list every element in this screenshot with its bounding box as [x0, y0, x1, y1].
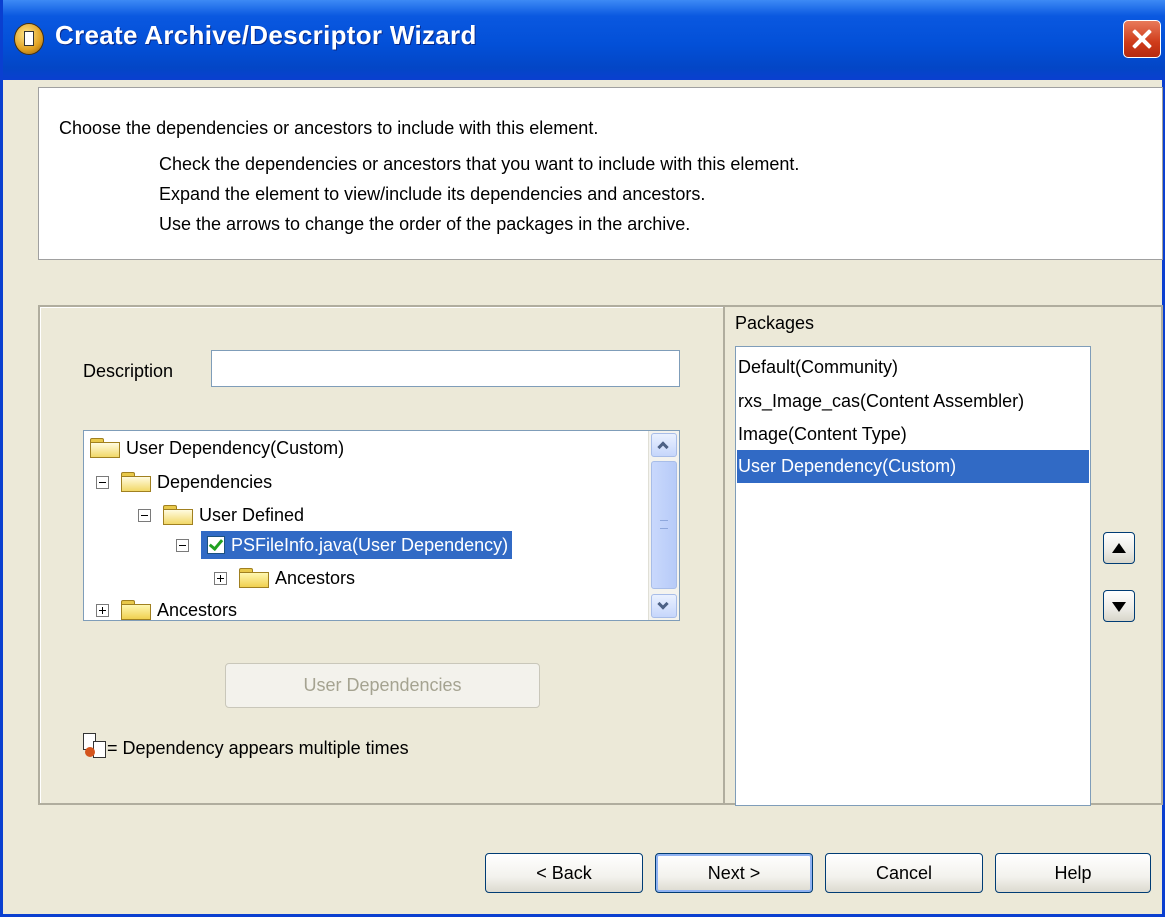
tree-item-label: Dependencies — [157, 471, 273, 492]
collapse-icon[interactable] — [96, 475, 109, 489]
tree-item-label: Ancestors — [157, 599, 238, 620]
folder-icon — [121, 600, 151, 620]
collapse-icon[interactable] — [138, 508, 151, 522]
expand-icon[interactable] — [96, 603, 109, 617]
package-item[interactable]: rxs_Image_cas(Content Assembler) — [737, 385, 1089, 418]
next-button[interactable]: Next > — [655, 853, 813, 893]
instructions-heading: Choose the dependencies or ancestors to … — [59, 118, 599, 138]
instruction-line: Use the arrows to change the order of th… — [159, 214, 691, 234]
instructions-panel: Choose the dependencies or ancestors to … — [38, 87, 1163, 260]
close-icon[interactable] — [1123, 20, 1161, 58]
instruction-line: Check the dependencies or ancestors that… — [159, 154, 800, 174]
packages-label: Packages — [735, 313, 815, 333]
move-up-arrow-icon[interactable] — [1103, 532, 1135, 564]
user-dependencies-button[interactable]: User Dependencies — [225, 663, 540, 708]
tree-scrollbar[interactable] — [648, 431, 679, 620]
tree-item-label: User Defined — [199, 504, 305, 525]
window-title: Create Archive/Descriptor Wizard — [55, 20, 477, 50]
dependency-tree[interactable]: User Dependency(Custom) Dependencies Use… — [83, 430, 680, 621]
package-item-selected[interactable]: User Dependency(Custom) — [737, 450, 1089, 483]
scroll-thumb[interactable] — [651, 461, 677, 589]
expand-icon[interactable] — [214, 571, 227, 585]
wizard-window: Create Archive/Descriptor Wizard Choose … — [0, 0, 1165, 917]
description-label: Description — [83, 361, 174, 381]
packages-list[interactable]: Default(Community) rxs_Image_cas(Content… — [735, 346, 1091, 806]
tree-item-ancestors[interactable]: Ancestors — [96, 595, 238, 620]
multiple-dependency-icon — [83, 733, 106, 759]
tree-item-user-defined[interactable]: User Defined — [138, 500, 304, 530]
tree-item-label: PSFileInfo.java(User Dependency) — [231, 534, 509, 555]
instruction-line: Expand the element to view/include its d… — [159, 184, 706, 204]
tree-item-dependencies[interactable]: Dependencies — [96, 467, 272, 497]
package-item[interactable]: Image(Content Type) — [737, 418, 1089, 451]
description-input[interactable] — [211, 350, 680, 387]
open-folder-icon — [90, 438, 120, 458]
folder-icon — [239, 568, 269, 588]
collapse-icon[interactable] — [176, 538, 189, 552]
help-button[interactable]: Help — [995, 853, 1151, 893]
open-folder-icon — [121, 472, 151, 492]
tree-item-label: Ancestors — [275, 567, 356, 588]
cancel-button[interactable]: Cancel — [825, 853, 983, 893]
open-folder-icon — [163, 505, 193, 525]
app-icon — [15, 24, 43, 54]
tree-item-label: User Dependency(Custom) — [126, 437, 345, 458]
title-bar[interactable]: Create Archive/Descriptor Wizard — [3, 0, 1165, 80]
scroll-up-icon[interactable] — [651, 433, 677, 457]
legend-text: = Dependency appears multiple times — [107, 738, 409, 758]
back-button[interactable]: < Back — [485, 853, 643, 893]
scroll-down-icon[interactable] — [651, 594, 677, 618]
selected-tree-item[interactable]: PSFileInfo.java(User Dependency) — [201, 531, 513, 559]
tree-item-psfileinfo[interactable]: PSFileInfo.java(User Dependency) — [176, 530, 513, 560]
move-down-arrow-icon[interactable] — [1103, 590, 1135, 622]
tree-item-ancestors-child[interactable]: Ancestors — [214, 563, 355, 593]
tree-item-root[interactable]: User Dependency(Custom) — [90, 433, 344, 463]
package-item[interactable]: Default(Community) — [737, 351, 1089, 384]
checkbox-checked-icon[interactable] — [207, 536, 225, 554]
